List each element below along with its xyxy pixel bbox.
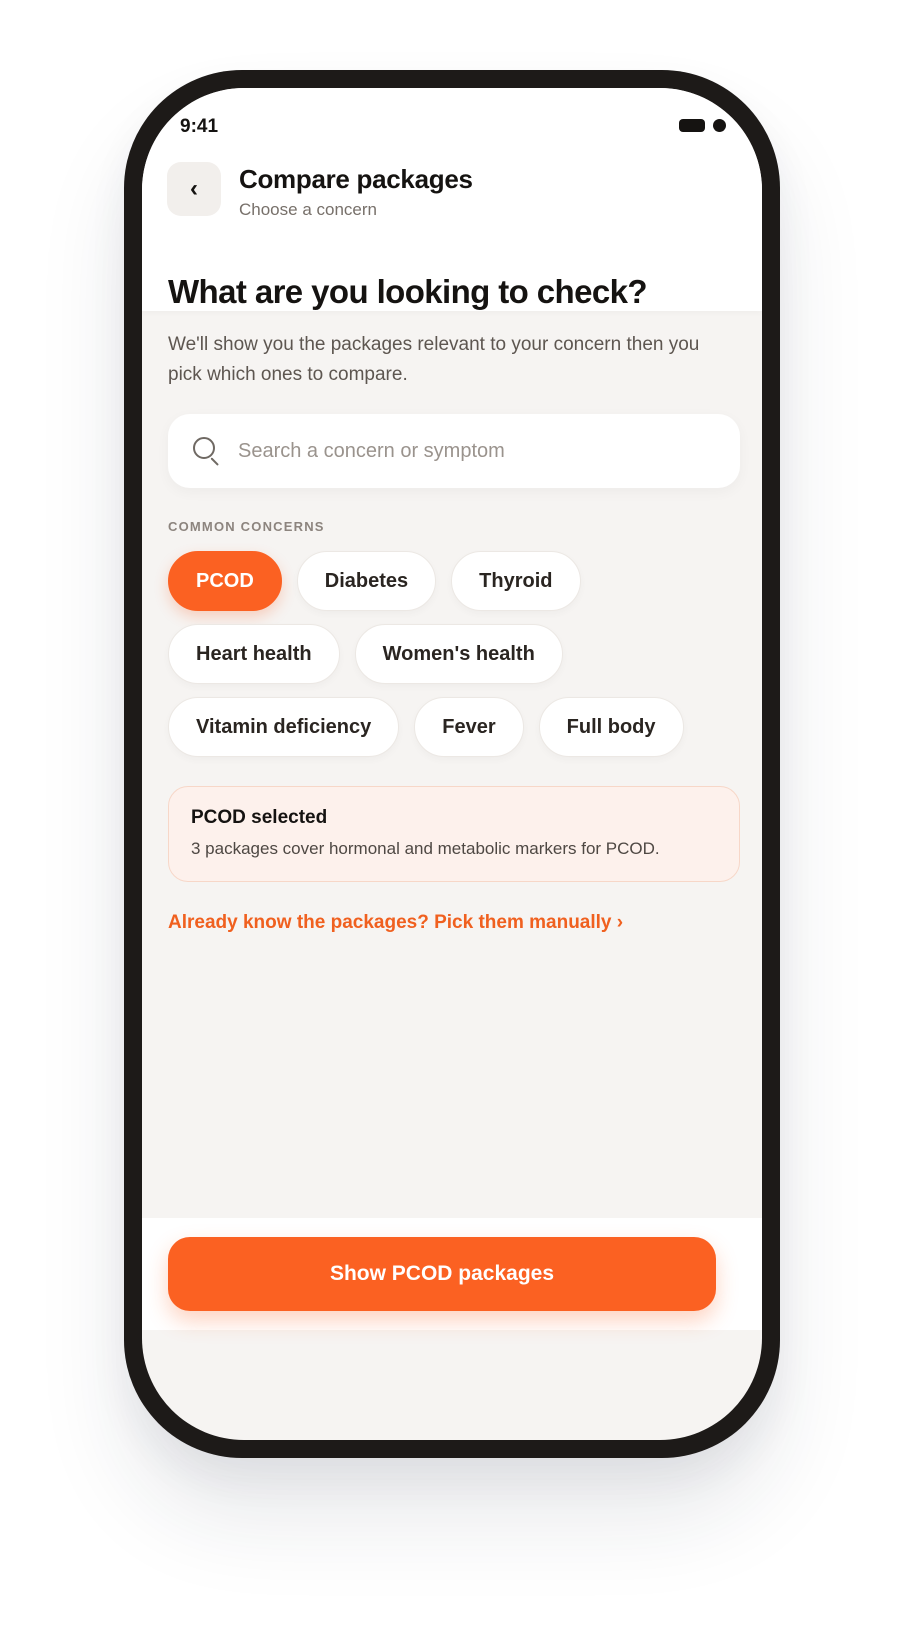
chip-womens-health[interactable]: Women's health [354,624,563,684]
back-button[interactable]: ‹ [167,162,221,216]
selection-body: 3 packages cover hormonal and metabolic … [191,839,660,858]
status-time: 9:41 [180,116,219,137]
selection-info-card: PCOD selected 3 packages cover hormonal … [168,786,740,882]
show-packages-button[interactable]: Show PCOD packages [168,1237,716,1311]
chevron-left-icon: ‹ [190,175,198,202]
chip-heart-health[interactable]: Heart health [168,624,340,684]
pick-manually-link[interactable]: Already know the packages? Pick them man… [168,912,623,934]
search-input[interactable] [238,439,678,463]
page-subtitle: Choose a concern [239,200,377,219]
main-heading: What are you looking to check? [168,273,648,310]
battery-icon [679,119,705,132]
chip-fever[interactable]: Fever [414,697,524,757]
chip-thyroid[interactable]: Thyroid [451,551,581,611]
canvas: 9:41 ‹ Compare packages Choose a concern… [0,0,900,1628]
chip-full-body[interactable]: Full body [538,697,684,757]
search-bar[interactable] [168,414,740,488]
chip-vitamin-deficiency[interactable]: Vitamin deficiency [168,697,400,757]
status-icons [679,119,726,132]
selection-title: PCOD selected [191,807,328,828]
app-screen: 9:41 ‹ Compare packages Choose a concern… [142,88,762,1440]
section-label-common-concerns: COMMON CONCERNS [168,519,325,534]
camera-dot-icon [713,119,726,132]
concern-chips: PCOD Diabetes Thyroid Heart health Women… [168,551,740,757]
chip-diabetes[interactable]: Diabetes [296,551,437,611]
chip-pcod[interactable]: PCOD [168,551,282,611]
search-icon [192,436,222,467]
phone-frame: 9:41 ‹ Compare packages Choose a concern… [124,70,780,1458]
main-description: We'll show you the packages relevant to … [168,334,700,385]
page-title: Compare packages [239,164,473,194]
